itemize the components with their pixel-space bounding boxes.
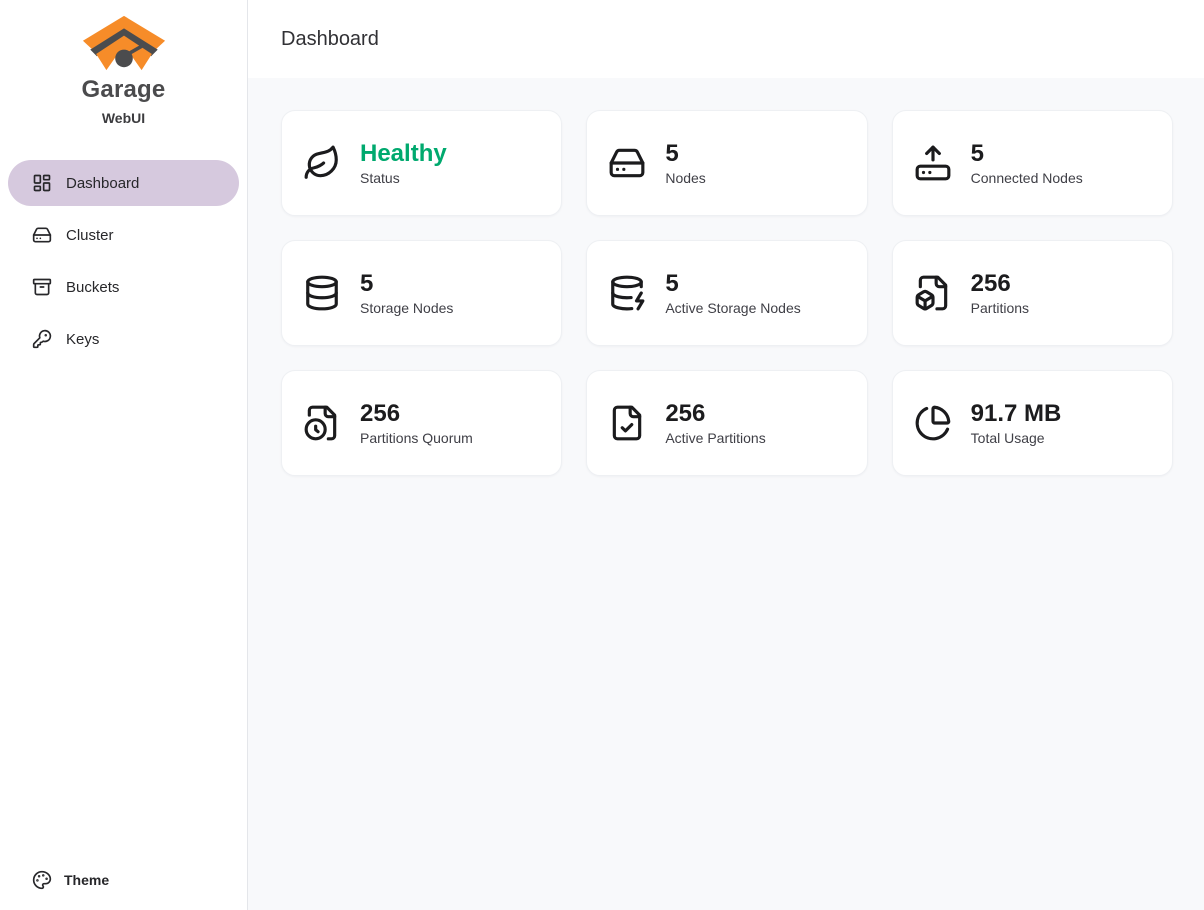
leaf-icon: [302, 144, 342, 182]
stat-card-status: Healthy Status: [281, 110, 562, 216]
stat-label: Active Storage Nodes: [665, 300, 800, 316]
file-check-icon: [607, 404, 647, 442]
layout-dashboard-icon: [32, 173, 52, 193]
sidebar-item-cluster[interactable]: Cluster: [8, 212, 239, 258]
sidebar-footer: Theme: [0, 870, 247, 910]
brand: Garage WebUI: [0, 0, 247, 126]
stat-card-partitions-quorum: 256 Partitions Quorum: [281, 370, 562, 476]
main-area: Dashboard Healthy Status 5 Nodes: [248, 0, 1204, 910]
sidebar-item-label: Dashboard: [66, 175, 139, 192]
key-icon: [32, 329, 52, 349]
stat-card-partitions: 256 Partitions: [892, 240, 1173, 346]
stat-card-active-storage-nodes: 5 Active Storage Nodes: [586, 240, 867, 346]
sidebar-nav: Dashboard Cluster Buckets Keys: [0, 160, 247, 362]
stat-value: 91.7 MB: [971, 400, 1062, 428]
sidebar-item-dashboard[interactable]: Dashboard: [8, 160, 239, 206]
topbar: Dashboard: [248, 0, 1204, 78]
stat-label: Active Partitions: [665, 430, 765, 446]
stat-label: Storage Nodes: [360, 300, 453, 316]
palette-icon: [32, 870, 52, 890]
theme-button[interactable]: Theme: [32, 870, 247, 890]
hard-drive-upload-icon: [913, 144, 953, 182]
hard-drive-icon: [607, 144, 647, 182]
theme-label: Theme: [64, 872, 109, 888]
stat-value: 5: [665, 270, 800, 298]
stat-label: Partitions: [971, 300, 1029, 316]
page-title: Dashboard: [281, 28, 379, 51]
sidebar: Garage WebUI Dashboard Cluster Buckets: [0, 0, 248, 910]
sidebar-item-label: Buckets: [66, 279, 119, 296]
hard-drive-icon: [32, 225, 52, 245]
stat-card-active-partitions: 256 Active Partitions: [586, 370, 867, 476]
stat-value: 256: [360, 400, 473, 428]
stat-value: Healthy: [360, 140, 447, 168]
sidebar-item-buckets[interactable]: Buckets: [8, 264, 239, 310]
stat-label: Status: [360, 170, 447, 186]
archive-box-icon: [32, 277, 52, 297]
garage-logo-icon: [80, 12, 168, 74]
stat-value: 5: [665, 140, 705, 168]
brand-subtitle: WebUI: [102, 110, 145, 126]
stat-label: Partitions Quorum: [360, 430, 473, 446]
file-clock-icon: [302, 404, 342, 442]
stat-value: 256: [971, 270, 1029, 298]
file-box-icon: [913, 274, 953, 312]
stat-card-storage-nodes: 5 Storage Nodes: [281, 240, 562, 346]
stat-label: Nodes: [665, 170, 705, 186]
brand-name: Garage: [82, 76, 166, 104]
database-zap-icon: [607, 274, 647, 312]
pie-chart-icon: [913, 404, 953, 442]
stat-label: Connected Nodes: [971, 170, 1083, 186]
sidebar-item-label: Keys: [66, 331, 99, 348]
stat-card-connected-nodes: 5 Connected Nodes: [892, 110, 1173, 216]
stats-grid: Healthy Status 5 Nodes 5 C: [281, 110, 1173, 476]
stat-card-total-usage: 91.7 MB Total Usage: [892, 370, 1173, 476]
stat-value: 5: [971, 140, 1083, 168]
sidebar-item-label: Cluster: [66, 227, 114, 244]
stat-label: Total Usage: [971, 430, 1062, 446]
stat-card-nodes: 5 Nodes: [586, 110, 867, 216]
sidebar-item-keys[interactable]: Keys: [8, 316, 239, 362]
stat-value: 5: [360, 270, 453, 298]
stat-value: 256: [665, 400, 765, 428]
database-icon: [302, 274, 342, 312]
dashboard-content: Healthy Status 5 Nodes 5 C: [248, 78, 1204, 508]
